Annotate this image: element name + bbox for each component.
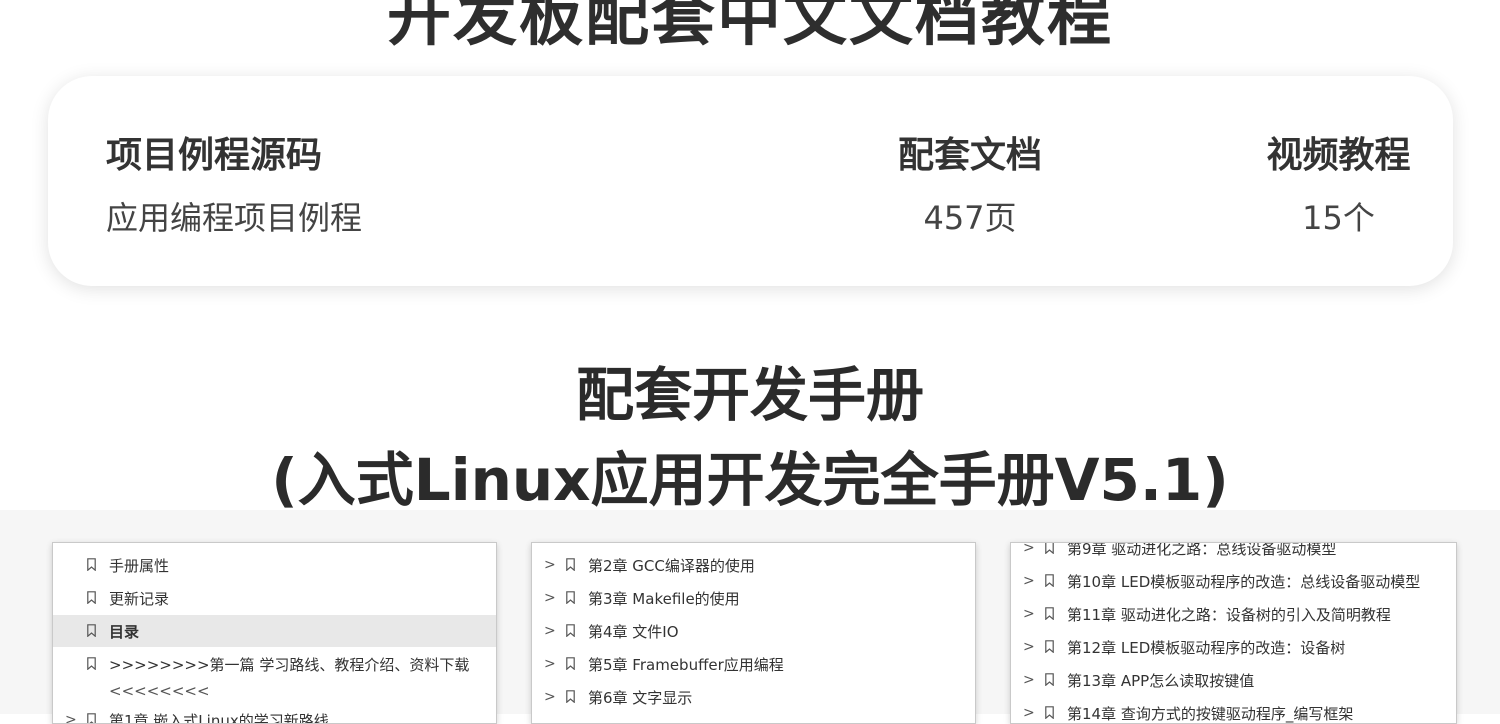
bookmark-icon — [1045, 543, 1054, 554]
bookmark-item[interactable]: > 第12章 LED模板驱动程序的改造：设备树 — [1011, 631, 1456, 663]
bookmark-panel-3: > 第9章 驱动进化之路：总线设备驱动模型 > 第10章 LED模板驱动程序的改造：总… — [1010, 542, 1457, 724]
page-title: 开发板配套中文文档教程 — [387, 0, 1113, 55]
bookmark-label: 第13章 APP怎么读取按键值 — [1067, 672, 1255, 690]
bookmark-icon — [1045, 607, 1054, 620]
bookmark-label: <<<<<<<< — [109, 682, 210, 700]
bookmark-label: 第12章 LED模板驱动程序的改造：设备树 — [1067, 639, 1346, 657]
stat-documents: 配套文档 457页 — [840, 134, 1100, 238]
chevron-right-icon[interactable]: > — [544, 590, 556, 606]
chevron-right-icon[interactable]: > — [544, 689, 556, 705]
chevron-right-icon[interactable]: > — [1023, 672, 1035, 688]
bookmark-icon — [566, 591, 575, 604]
bookmark-label: 第5章 Framebuffer应用编程 — [588, 656, 784, 674]
stats-card: 项目例程源码 应用编程项目例程 配套文档 457页 视频教程 15个 — [48, 76, 1453, 286]
bookmark-item[interactable]: > 第2章 GCC编译器的使用 — [532, 549, 975, 581]
bookmark-icon — [87, 657, 96, 670]
bookmark-label: 第11章 驱动进化之路：设备树的引入及简明教程 — [1067, 606, 1391, 624]
chevron-right-icon[interactable]: > — [1023, 639, 1035, 655]
bookmark-panel-2: > 第2章 GCC编译器的使用 > 第3章 Makefile的使用 > 第4章 文件IO >… — [531, 542, 976, 724]
bookmark-item[interactable]: > 第9章 驱动进化之路：总线设备驱动模型 — [1011, 542, 1456, 564]
bookmark-item[interactable]: > 第3章 Makefile的使用 — [532, 582, 975, 614]
bookmark-icon — [1045, 574, 1054, 587]
chevron-right-icon[interactable]: > — [1023, 705, 1035, 721]
chevron-right-icon[interactable]: > — [544, 623, 556, 639]
bookmark-icon — [566, 690, 575, 703]
chevron-right-icon[interactable]: > — [1023, 543, 1035, 556]
bookmark-icon — [1045, 640, 1054, 653]
manual-title: 配套开发手册 — [575, 361, 924, 429]
bookmark-label: 第9章 驱动进化之路：总线设备驱动模型 — [1067, 542, 1337, 558]
bookmark-label: 第4章 文件IO — [588, 623, 679, 641]
bookmark-panel-1: 手册属性更新记录目录 >>>>>>>>第一篇 学习路线、教程介绍、资料下载 <<<<… — [52, 542, 497, 724]
stat-value: 应用编程项目例程 — [106, 199, 363, 237]
bookmark-icon — [87, 624, 96, 637]
bookmark-icon — [87, 591, 96, 604]
stat-value: 15个 — [1302, 199, 1375, 237]
bookmark-item[interactable]: > 第13章 APP怎么读取按键值 — [1011, 664, 1456, 696]
stat-heading: 项目例程源码 — [106, 135, 323, 176]
bookmark-icon — [87, 713, 96, 723]
bookmark-label: >>>>>>>>第一篇 学习路线、教程介绍、资料下载 — [109, 656, 470, 674]
chevron-right-icon[interactable]: > — [1023, 606, 1035, 622]
bookmark-label: 目录 — [109, 623, 140, 641]
stat-videos: 视频教程 15个 — [1211, 134, 1466, 238]
bookmark-item[interactable]: > 第5章 Framebuffer应用编程 — [532, 648, 975, 680]
bookmark-label: 第2章 GCC编译器的使用 — [588, 557, 755, 575]
bookmark-icon — [1045, 706, 1054, 719]
bookmark-item[interactable]: > 第4章 文件IO — [532, 615, 975, 647]
bookmark-label: 第10章 LED模板驱动程序的改造：总线设备驱动模型 — [1067, 573, 1421, 591]
bookmark-item[interactable]: 手册属性 — [53, 549, 496, 581]
bookmark-item[interactable]: > 第11章 驱动进化之路：设备树的引入及简明教程 — [1011, 598, 1456, 630]
bookmark-item[interactable]: > 第6章 文字显示 — [532, 681, 975, 713]
bookmark-icon — [566, 558, 575, 571]
stat-source-code: 项目例程源码 应用编程项目例程 — [106, 134, 362, 238]
stat-heading: 配套文档 — [897, 135, 1042, 176]
bookmark-label: 第3章 Makefile的使用 — [588, 590, 740, 608]
manual-subtitle: (入式Linux应用开发完全手册V5.1) — [271, 446, 1229, 514]
bookmark-label: 手册属性 — [109, 557, 170, 575]
bookmark-icon — [87, 558, 96, 571]
bookmark-label: 第6章 文字显示 — [588, 689, 693, 707]
stat-value: 457页 — [923, 199, 1017, 237]
chevron-right-icon[interactable]: > — [544, 557, 556, 573]
bookmark-item[interactable]: > 第10章 LED模板驱动程序的改造：总线设备驱动模型 — [1011, 565, 1456, 597]
bookmark-item[interactable]: 更新记录 — [53, 582, 496, 614]
bookmark-item[interactable]: > 第1章 嵌入式Linux的学习新路线 — [53, 704, 496, 724]
bookmark-item[interactable]: > 第14章 查询方式的按键驱动程序_编写框架 — [1011, 697, 1456, 723]
bookmark-item[interactable]: 目录 — [53, 615, 496, 647]
bookmark-icon — [566, 657, 575, 670]
bookmark-icon — [1045, 673, 1054, 686]
bookmark-label: 第1章 嵌入式Linux的学习新路线 — [109, 712, 329, 724]
stat-heading: 视频教程 — [1266, 135, 1411, 176]
chevron-right-icon[interactable]: > — [1023, 573, 1035, 589]
bookmark-icon — [566, 624, 575, 637]
bookmark-label: 更新记录 — [109, 590, 170, 608]
chevron-right-icon[interactable]: > — [544, 656, 556, 672]
